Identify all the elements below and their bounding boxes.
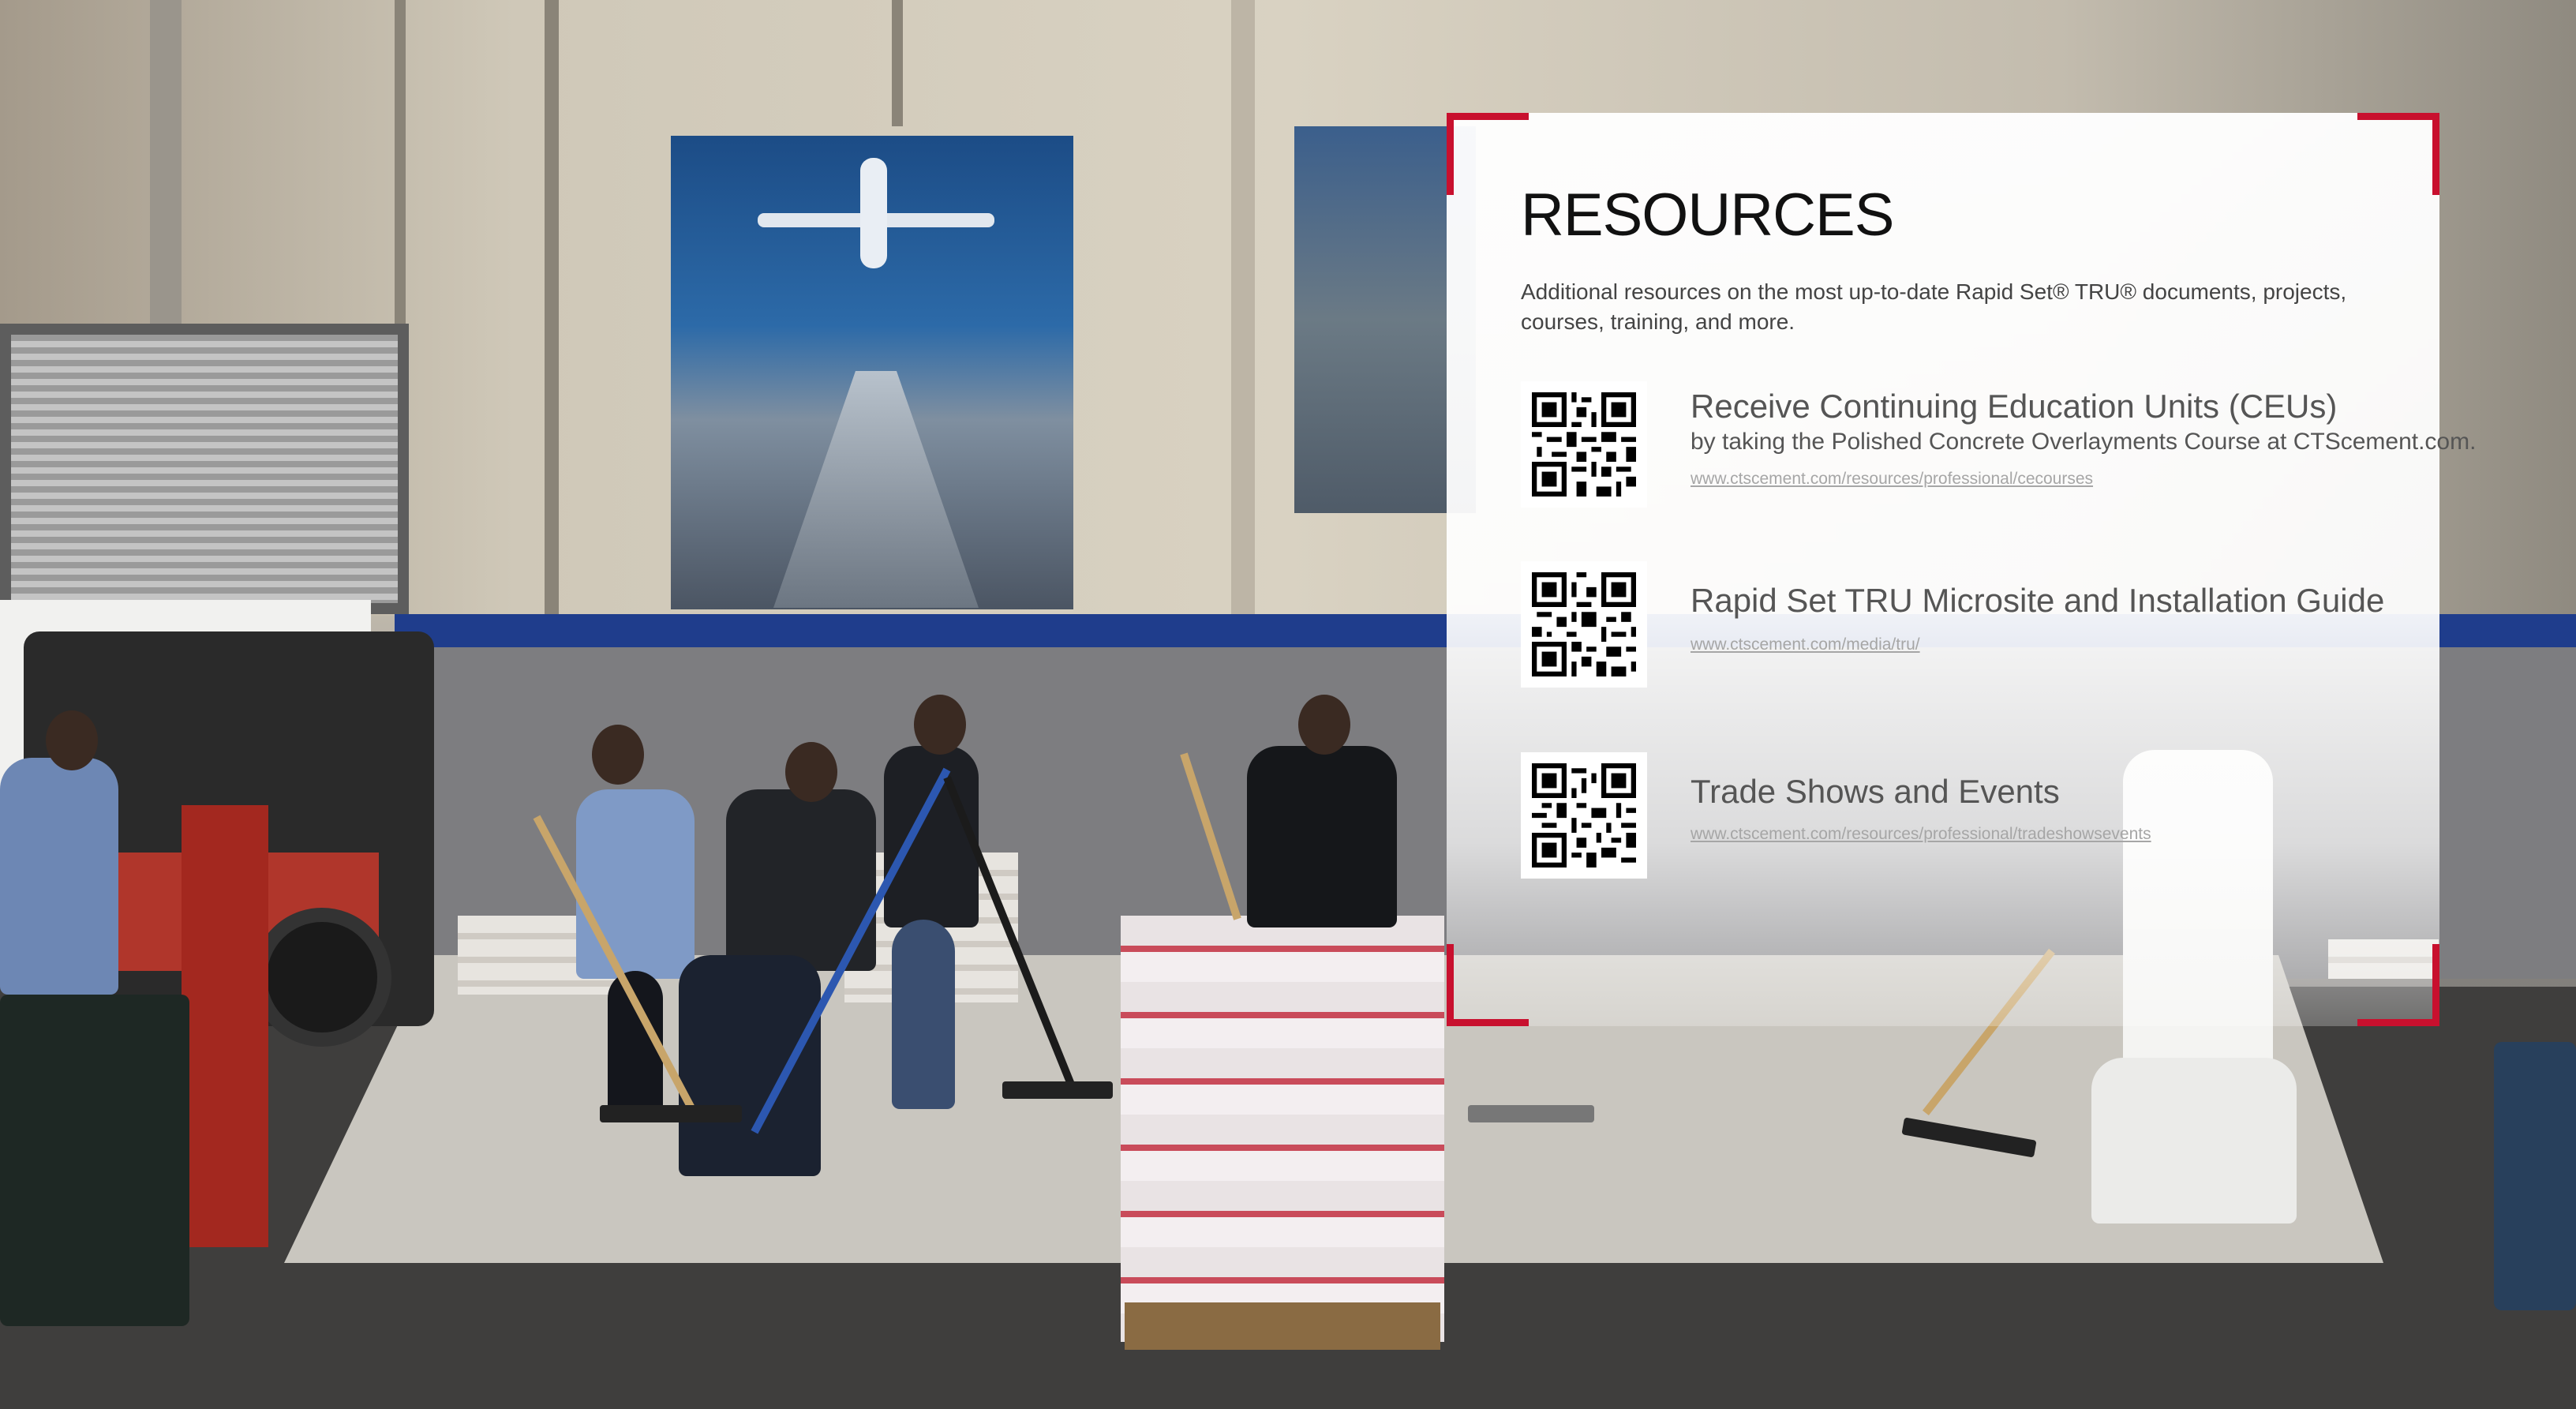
resource-item-ceus: Receive Continuing Education Units (CEUs… (1521, 381, 2476, 515)
worker-head (914, 695, 966, 755)
resource-title: Rapid Set TRU Microsite and Installation… (1690, 582, 2385, 619)
corner-bracket-top-left (1447, 113, 1529, 195)
worker-legs (679, 955, 821, 1176)
red-column (182, 805, 268, 1247)
worker-head (592, 725, 644, 785)
pipe (545, 0, 559, 631)
qr-code-icon (1532, 763, 1636, 868)
worker-legs (892, 920, 955, 1109)
resource-link-ceus[interactable]: www.ctscement.com/resources/professional… (1690, 470, 2093, 489)
barrel (2494, 1042, 2576, 1310)
rollup-door (0, 324, 409, 614)
qr-code-icon[interactable] (1521, 381, 1647, 508)
wood-pallet (1125, 1302, 1440, 1350)
pipe (1231, 0, 1255, 631)
tru-bag-pallet (1121, 916, 1444, 1342)
resource-item-trade-shows: Trade Shows and Events www.ctscement.com… (1521, 752, 2413, 886)
resource-item-microsite: Rapid Set TRU Microsite and Installation… (1521, 561, 2413, 695)
corner-bracket-bottom-right (2357, 944, 2439, 1026)
forklift-wheel (253, 908, 391, 1047)
worker-head (46, 710, 98, 770)
worker (1247, 746, 1397, 927)
resource-link-trade-shows[interactable]: www.ctscement.com/resources/professional… (1690, 825, 2151, 844)
resource-title: Receive Continuing Education Units (CEUs… (1690, 388, 2338, 425)
worker (576, 789, 695, 979)
corner-bracket-top-right (2357, 113, 2439, 195)
pipe (892, 0, 903, 126)
airplane-body (860, 158, 887, 268)
resource-description: by taking the Polished Concrete Overlaym… (1690, 429, 2477, 455)
resources-title: RESOURCES (1521, 182, 1894, 249)
broom-head (1468, 1105, 1594, 1122)
barrel (0, 995, 189, 1326)
broom-head (1002, 1081, 1113, 1099)
worker (884, 746, 979, 927)
resources-panel: RESOURCES Additional resources on the mo… (1447, 113, 2476, 1026)
worker-head (785, 742, 837, 802)
resources-intro: Additional resources on the most up-to-d… (1521, 279, 2347, 334)
worker (0, 758, 118, 995)
resource-link-microsite[interactable]: www.ctscement.com/media/tru/ (1690, 635, 1920, 654)
qr-code-icon[interactable] (1521, 752, 1647, 879)
worker-head (1298, 695, 1350, 755)
qr-code-icon[interactable] (1521, 561, 1647, 688)
broom-head (600, 1105, 742, 1122)
resource-title: Trade Shows and Events (1690, 773, 2060, 810)
worker-white-suit (2091, 1058, 2297, 1224)
qr-code-icon (1532, 572, 1636, 676)
qr-code-icon (1532, 392, 1636, 497)
corner-bracket-bottom-left (1447, 944, 1529, 1026)
